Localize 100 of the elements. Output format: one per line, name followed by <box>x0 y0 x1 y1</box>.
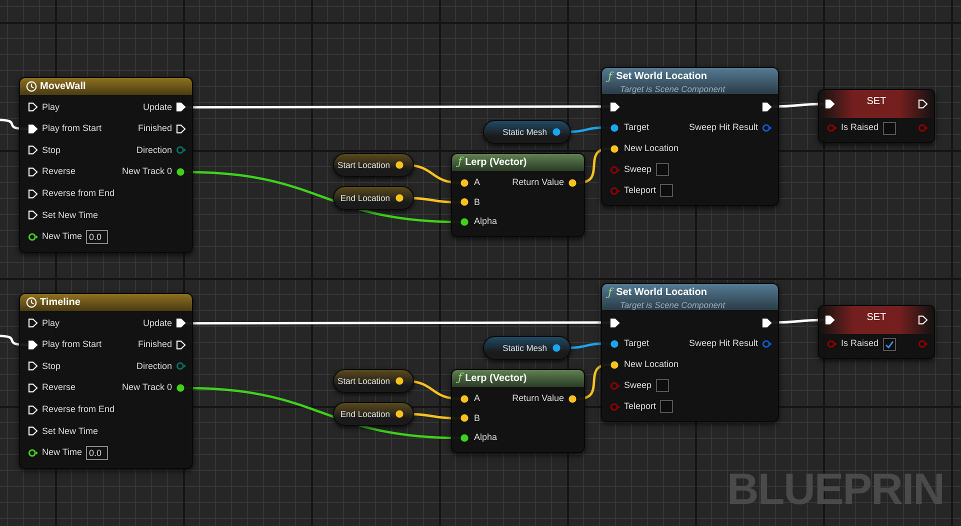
value-field[interactable]: 0.0 <box>86 446 108 460</box>
checkbox[interactable] <box>882 338 896 350</box>
pin-label: New Location <box>624 142 679 155</box>
exec-pin-icon[interactable] <box>762 318 772 328</box>
pin-label: New Time <box>42 230 82 244</box>
pin-label: Set New Time <box>42 208 98 222</box>
pin-label: Set New Time <box>42 424 98 438</box>
pin-label: Stop <box>42 360 61 373</box>
pin-label: Reverse from End <box>42 402 115 416</box>
exec-pin-icon[interactable] <box>176 340 186 350</box>
data-pin-icon[interactable] <box>610 122 620 132</box>
checkbox[interactable] <box>660 400 674 413</box>
exec-pin-icon[interactable] <box>28 188 38 199</box>
node-subtitle: Target is Scene Component <box>619 301 726 310</box>
variable-label: Start Location <box>338 374 390 388</box>
data-pin-icon[interactable] <box>610 144 620 154</box>
pin-label: Sweep <box>624 378 652 392</box>
pin-label: Play from Start <box>42 338 102 352</box>
exec-pin-icon[interactable] <box>918 315 928 325</box>
variable-label: End Location <box>340 408 390 420</box>
pin-label: Target <box>624 120 650 134</box>
function-icon: ƒ <box>458 154 462 171</box>
pin-label: Play <box>42 100 60 114</box>
checkbox[interactable] <box>656 379 669 392</box>
pin-label: Reverse <box>42 381 76 394</box>
pin-label: A <box>474 392 480 406</box>
pin-label: Play <box>42 316 60 330</box>
node-title: MoveWall <box>40 80 86 94</box>
data-pin-icon[interactable] <box>610 338 620 348</box>
variable-label: Static Mesh <box>502 126 547 138</box>
exec-pin-icon[interactable] <box>28 361 38 372</box>
exec-pin-icon[interactable] <box>28 210 38 220</box>
pin-label: Finished <box>138 338 172 352</box>
exec-pin-icon[interactable] <box>28 426 38 436</box>
exec-pin-icon[interactable] <box>28 404 38 415</box>
data-pin-icon[interactable] <box>395 193 405 203</box>
exec-pin-icon[interactable] <box>28 383 38 394</box>
exec-pin-icon[interactable] <box>28 167 38 178</box>
exec-pin-icon[interactable] <box>176 124 186 134</box>
pin-label: New Track 0 <box>122 381 172 394</box>
exec-pin-icon[interactable] <box>610 102 620 112</box>
pin-label: B <box>474 412 480 425</box>
node-title: Lerp (Vector) <box>465 372 527 386</box>
value-field[interactable]: 0.0 <box>86 230 108 244</box>
variable-label: Start Location <box>338 158 390 172</box>
data-pin-icon[interactable] <box>460 413 470 424</box>
node-title: Timeline <box>40 296 80 310</box>
pin-label: New Location <box>624 358 679 371</box>
pin-label: Reverse from End <box>42 186 115 200</box>
data-pin-icon[interactable] <box>28 448 38 458</box>
exec-pin-icon[interactable] <box>918 99 928 109</box>
data-pin-icon[interactable] <box>610 360 620 370</box>
pin-label: New Track 0 <box>122 165 172 178</box>
exec-pin-icon[interactable] <box>28 145 38 156</box>
pin-label: Update <box>142 100 172 114</box>
pin-label: Return Value <box>512 392 564 406</box>
node-title: Lerp (Vector) <box>465 156 527 170</box>
data-pin-icon[interactable] <box>568 178 578 188</box>
data-pin-icon[interactable] <box>176 167 186 178</box>
function-icon: ƒ <box>458 370 462 387</box>
data-pin-icon[interactable] <box>395 409 405 419</box>
exec-pin-icon[interactable] <box>28 102 38 112</box>
data-pin-icon[interactable] <box>460 197 470 208</box>
checkbox[interactable] <box>656 163 669 176</box>
exec-pin-icon[interactable] <box>762 102 772 112</box>
checkbox[interactable] <box>882 122 896 134</box>
data-pin-icon[interactable] <box>176 383 186 394</box>
exec-pin-icon[interactable] <box>825 99 835 109</box>
pin-label: Is Raised <box>841 337 879 350</box>
pin-label: Teleport <box>624 400 656 413</box>
exec-pin-icon[interactable] <box>825 315 835 325</box>
checkbox[interactable] <box>660 184 674 197</box>
data-pin-icon[interactable] <box>460 394 470 404</box>
data-pin-icon[interactable] <box>460 216 470 227</box>
variable-label: End Location <box>340 192 390 204</box>
data-pin-icon[interactable] <box>568 394 578 404</box>
data-pin-icon[interactable] <box>460 178 470 188</box>
exec-pin-icon[interactable] <box>28 340 38 350</box>
pin-label: Update <box>142 316 172 330</box>
data-pin-icon[interactable] <box>28 232 38 242</box>
exec-pin-icon[interactable] <box>176 102 186 112</box>
clock-icon <box>26 297 37 308</box>
exec-pin-icon[interactable] <box>28 318 38 328</box>
pin-label: Alpha <box>474 431 498 444</box>
data-pin-icon[interactable] <box>395 160 405 170</box>
exec-pin-icon[interactable] <box>610 318 620 328</box>
node-title: SET <box>866 311 886 325</box>
exec-pin-icon[interactable] <box>176 318 186 328</box>
pin-label: Reverse <box>42 165 76 178</box>
pin-label: Direction <box>136 360 172 373</box>
data-pin-icon[interactable] <box>552 127 562 137</box>
pin-label: Target <box>624 336 650 350</box>
pin-label: Sweep Hit Result <box>688 336 758 350</box>
data-pin-icon[interactable] <box>552 343 562 353</box>
node-title: Set World Location <box>616 286 708 300</box>
exec-pin-icon[interactable] <box>28 124 38 134</box>
pin-label: Direction <box>136 144 172 157</box>
clock-icon <box>26 81 37 92</box>
data-pin-icon[interactable] <box>460 432 470 443</box>
data-pin-icon[interactable] <box>395 376 405 386</box>
